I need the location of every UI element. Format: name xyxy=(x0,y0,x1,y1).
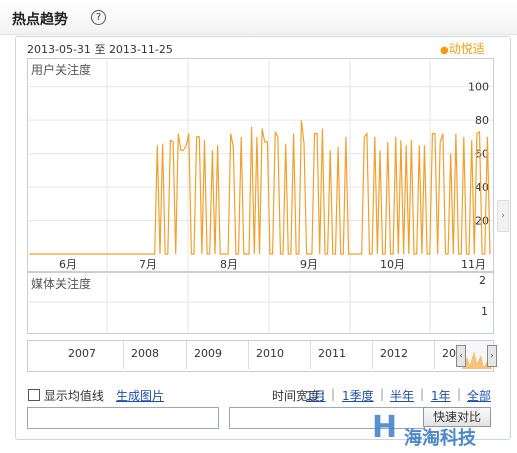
span-separator: | xyxy=(380,387,385,401)
user-y-tick: 100 xyxy=(468,81,489,94)
avg-line-toggle[interactable]: 显示均值线 xyxy=(28,387,104,404)
timeline-year-label: 2007 xyxy=(68,347,96,360)
generate-image-link[interactable]: 生成图片 xyxy=(116,387,164,404)
brand-name: 动悦适 xyxy=(448,42,485,56)
help-icon[interactable]: ? xyxy=(91,10,106,25)
month-tick-label: 11月 xyxy=(461,258,486,271)
media-attention-chart xyxy=(27,272,493,333)
timeline-divider xyxy=(310,341,311,369)
section-header xyxy=(0,0,517,35)
timeline-divider xyxy=(248,341,249,369)
timeline-year-label: 2008 xyxy=(131,347,159,360)
section-title: 热点趋势 xyxy=(12,12,68,28)
timeline-year-label: 20 xyxy=(442,347,456,360)
expand-arrow-icon[interactable]: › xyxy=(497,200,509,232)
timeline-year-label: 2010 xyxy=(256,347,284,360)
brand-tag: ●动悦适 xyxy=(440,40,485,57)
user-attention-chart: 10080604020 xyxy=(27,58,493,271)
date-range: 2013-05-31 至 2013-11-25 xyxy=(27,41,173,57)
month-tick-label: 6月 xyxy=(59,258,77,271)
range-start: 2013-05-31 xyxy=(27,43,91,56)
timeline-year-label: 2012 xyxy=(380,347,408,360)
timeline-divider xyxy=(186,341,187,369)
span-all[interactable]: 全部 xyxy=(467,387,491,404)
timeline-year-label: 2011 xyxy=(318,347,346,360)
span-1-month[interactable]: 1月 xyxy=(306,387,326,404)
watermark-text: 海淘科技 xyxy=(404,428,476,449)
range-end: 2013-11-25 xyxy=(108,43,173,56)
timeline-year-label: 2009 xyxy=(194,347,222,360)
range-separator: 至 xyxy=(94,43,106,56)
media-y-tick: 2 xyxy=(479,274,486,287)
month-tick-label: 9月 xyxy=(300,258,318,271)
media-y-tick: 1 xyxy=(481,305,488,318)
avg-line-checkbox[interactable] xyxy=(28,389,40,401)
timeline-divider xyxy=(123,341,124,369)
span-separator: | xyxy=(420,387,425,401)
span-1-year[interactable]: 1年 xyxy=(431,387,451,404)
timeline-right-handle[interactable]: › xyxy=(487,345,497,367)
span-separator: | xyxy=(457,387,462,401)
brand-dot-icon: ● xyxy=(440,45,449,56)
month-tick-label: 10月 xyxy=(380,258,405,271)
span-half-year[interactable]: 半年 xyxy=(390,387,414,404)
user-y-tick: 80 xyxy=(475,114,489,127)
month-tick-label: 7月 xyxy=(139,258,157,271)
compare-keyword-input-1[interactable] xyxy=(27,407,219,429)
timeline-left-handle[interactable]: ‹ xyxy=(456,345,466,367)
span-1-quarter[interactable]: 1季度 xyxy=(342,387,374,404)
avg-line-label: 显示均值线 xyxy=(43,389,104,403)
timeline-divider xyxy=(372,341,373,369)
watermark-logo-icon: H xyxy=(372,410,398,445)
span-separator: | xyxy=(331,387,336,401)
timeline-divider xyxy=(434,341,435,369)
month-tick-label: 8月 xyxy=(220,258,238,271)
